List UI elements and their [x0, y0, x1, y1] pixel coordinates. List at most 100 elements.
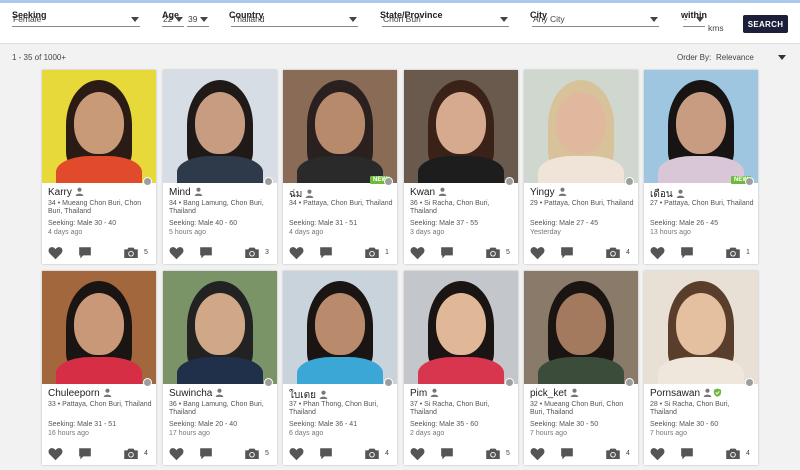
profile-photo[interactable] [524, 70, 638, 183]
profile-photo[interactable] [283, 70, 397, 183]
profile-name[interactable]: ฉ่ม [289, 189, 302, 200]
profile-last-active: 17 hours ago [169, 430, 210, 437]
profile-card[interactable]: Yingy 29 • Pattaya, Chon Buri, Thailand Se… [524, 70, 638, 264]
chat-icon[interactable] [680, 246, 694, 259]
profile-name[interactable]: Pornsawan [650, 388, 700, 399]
chat-icon[interactable] [78, 246, 92, 259]
heart-icon[interactable] [530, 447, 545, 461]
profile-photo[interactable] [163, 70, 277, 183]
chat-icon[interactable] [199, 246, 213, 259]
country-select[interactable]: Thailand [231, 13, 358, 27]
chevron-down-icon[interactable] [778, 55, 786, 60]
profile-name-row[interactable]: Mind [169, 187, 203, 198]
profile-card[interactable]: Pornsawan 28 • Si Racha, Chon Buri, Thail… [644, 271, 758, 465]
camera-icon[interactable] [364, 447, 380, 460]
age-min-select[interactable]: 22 [162, 13, 184, 27]
order-by-select[interactable]: Relevance [716, 53, 754, 62]
heart-icon[interactable] [650, 246, 665, 260]
within-value: - [684, 14, 687, 24]
search-button[interactable]: SEARCH [743, 15, 788, 33]
user-icon [676, 189, 685, 198]
camera-icon[interactable] [725, 246, 741, 259]
heart-icon[interactable] [530, 246, 545, 260]
profile-name[interactable]: Mind [169, 187, 191, 198]
chat-icon[interactable] [199, 447, 213, 460]
profile-name[interactable]: Karry [48, 187, 72, 198]
profile-name-row[interactable]: Chuleeporn [48, 388, 112, 399]
profile-name[interactable]: Yingy [530, 187, 555, 198]
profile-name[interactable]: Kwan [410, 187, 435, 198]
profile-card[interactable]: Chuleeporn 33 • Pattaya, Chon Buri, Thail… [42, 271, 156, 465]
age-max-select[interactable]: 39 [187, 13, 209, 27]
profile-card[interactable]: Suwincha 36 • Bang Lamung, Chon Buri, Tha… [163, 271, 277, 465]
heart-icon[interactable] [650, 447, 665, 461]
profile-photo[interactable] [524, 271, 638, 384]
profile-card[interactable]: Mind 34 • Bang Lamung, Chon Buri, Thailan… [163, 70, 277, 264]
city-select[interactable]: Any City [532, 13, 659, 27]
profile-photo[interactable] [42, 271, 156, 384]
profile-name-row[interactable]: pick_ket [530, 388, 579, 399]
camera-icon[interactable] [123, 447, 139, 460]
chat-icon[interactable] [440, 246, 454, 259]
heart-icon[interactable] [169, 447, 184, 461]
chat-icon[interactable] [560, 447, 574, 460]
camera-icon[interactable] [244, 447, 260, 460]
camera-icon[interactable] [485, 447, 501, 460]
state-select[interactable]: Chon Buri [382, 13, 509, 27]
profile-card[interactable]: pick_ket 32 • Mueang Chon Buri, Chon Buri… [524, 271, 638, 465]
profile-card[interactable]: Pim 37 • Si Racha, Chon Buri, Thailand See… [404, 271, 518, 465]
profile-name-row[interactable]: Kwan [410, 187, 447, 198]
profile-photo[interactable] [283, 271, 397, 384]
profile-name-row[interactable]: Pornsawan [650, 388, 722, 399]
profile-photo[interactable] [644, 271, 758, 384]
profile-name-row[interactable]: Karry [48, 187, 84, 198]
within-unit: kms [708, 23, 724, 33]
camera-icon[interactable] [364, 246, 380, 259]
chat-icon[interactable] [560, 246, 574, 259]
profile-last-active: 7 hours ago [530, 430, 567, 437]
profile-name[interactable]: ใบเตย [289, 390, 316, 401]
profile-card[interactable]: NEW เดือน 27 • Pattaya, Chon Buri, Thailan… [644, 70, 758, 264]
chat-icon[interactable] [440, 447, 454, 460]
profile-photo[interactable] [644, 70, 758, 183]
chat-icon[interactable] [78, 447, 92, 460]
camera-icon[interactable] [485, 246, 501, 259]
profile-card[interactable]: Karry 34 • Mueang Chon Buri, Chon Buri, T… [42, 70, 156, 264]
chat-icon[interactable] [319, 447, 333, 460]
within-select[interactable]: - [683, 13, 705, 27]
profile-seeking: Seeking: Male 35 - 60 [410, 421, 479, 428]
profile-name[interactable]: Chuleeporn [48, 388, 100, 399]
profile-name[interactable]: Pim [410, 388, 427, 399]
heart-icon[interactable] [410, 447, 425, 461]
seeking-select[interactable]: Female [12, 13, 140, 27]
camera-icon[interactable] [725, 447, 741, 460]
heart-icon[interactable] [48, 246, 63, 260]
profile-name-row[interactable]: Suwincha [169, 388, 224, 399]
camera-icon[interactable] [605, 447, 621, 460]
profile-card[interactable]: NEW ฉ่ม 34 • Pattaya, Chon Buri, Thailand S… [283, 70, 397, 264]
profile-photo[interactable] [404, 271, 518, 384]
profile-name[interactable]: เดือน [650, 189, 673, 200]
heart-icon[interactable] [48, 447, 63, 461]
profile-photo[interactable] [42, 70, 156, 183]
user-icon [305, 189, 314, 198]
profile-card[interactable]: ใบเตย 37 • Phan Thong, Chon Buri, Thailan… [283, 271, 397, 465]
profile-name[interactable]: pick_ket [530, 388, 567, 399]
heart-icon[interactable] [289, 447, 304, 461]
camera-icon[interactable] [123, 246, 139, 259]
camera-icon[interactable] [244, 246, 260, 259]
heart-icon[interactable] [289, 246, 304, 260]
profile-name-row[interactable]: Pim [410, 388, 439, 399]
profile-card[interactable]: Kwan 36 • Si Racha, Chon Buri, Thailand Se… [404, 70, 518, 264]
profile-name-row[interactable]: Yingy [530, 187, 567, 198]
chat-icon[interactable] [680, 447, 694, 460]
heart-icon[interactable] [410, 246, 425, 260]
user-icon [103, 388, 112, 397]
profile-photo[interactable] [404, 70, 518, 183]
profile-name[interactable]: Suwincha [169, 388, 212, 399]
result-count: 1 - 35 of 1000+ [12, 53, 67, 62]
heart-icon[interactable] [169, 246, 184, 260]
camera-icon[interactable] [605, 246, 621, 259]
profile-photo[interactable] [163, 271, 277, 384]
chat-icon[interactable] [319, 246, 333, 259]
